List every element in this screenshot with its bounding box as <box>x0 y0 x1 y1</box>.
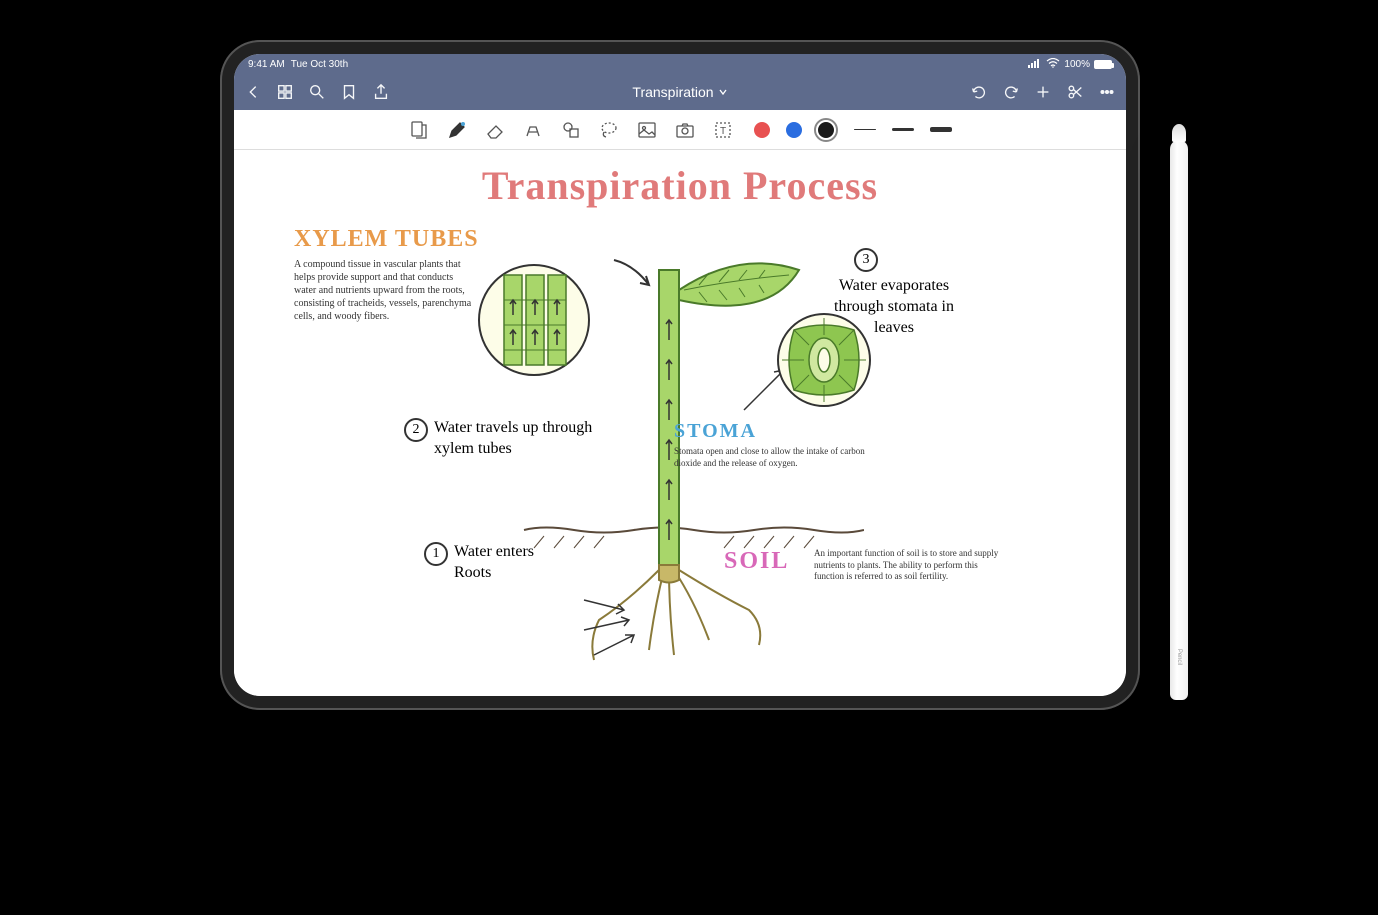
nav-bar: Transpiration <box>234 74 1126 110</box>
eraser-tool-icon[interactable] <box>484 119 506 141</box>
drawing-canvas[interactable]: Transpiration Process XYLEM TUBES A comp… <box>234 150 1126 696</box>
search-icon[interactable] <box>308 83 326 101</box>
stoma-heading: STOMA <box>674 420 757 443</box>
step-2-badge: 2 <box>404 418 428 442</box>
svg-text:T: T <box>720 126 726 137</box>
pencil-label: Pencil <box>1176 649 1182 665</box>
soil-text: An important function of soil is to stor… <box>814 548 1004 583</box>
screen: 9:41 AM Tue Oct 30th 100% <box>234 54 1126 696</box>
signal-icon <box>1028 58 1042 71</box>
camera-tool-icon[interactable] <box>674 119 696 141</box>
more-icon[interactable] <box>1098 83 1116 101</box>
shapes-tool-icon[interactable] <box>560 119 582 141</box>
color-red[interactable] <box>754 122 770 138</box>
color-blue[interactable] <box>786 122 802 138</box>
highlighter-tool-icon[interactable] <box>522 119 544 141</box>
page-tool-icon[interactable] <box>408 119 430 141</box>
battery-icon <box>1094 60 1112 69</box>
toolbar: T <box>234 110 1126 150</box>
chevron-down-icon <box>718 87 728 97</box>
step-1-badge: 1 <box>424 542 448 566</box>
soil-heading: SOIL <box>724 548 789 575</box>
status-date: Tue Oct 30th <box>291 59 348 70</box>
status-bar: 9:41 AM Tue Oct 30th 100% <box>234 54 1126 74</box>
undo-icon[interactable] <box>970 83 988 101</box>
pen-tool-icon[interactable] <box>446 119 468 141</box>
step-1-text: Water enters Roots <box>454 542 564 584</box>
color-black[interactable] <box>818 122 834 138</box>
apple-pencil: Pencil <box>1170 140 1188 700</box>
grid-icon[interactable] <box>276 83 294 101</box>
step-3-badge: 3 <box>854 248 878 272</box>
ipad-frame: 9:41 AM Tue Oct 30th 100% <box>220 40 1140 710</box>
canvas-title: Transpiration Process <box>234 162 1126 209</box>
xylem-text: A compound tissue in vascular plants tha… <box>294 258 474 323</box>
add-icon[interactable] <box>1034 83 1052 101</box>
scissors-icon[interactable] <box>1066 83 1084 101</box>
stroke-thin[interactable] <box>854 129 876 130</box>
bookmark-icon[interactable] <box>340 83 358 101</box>
image-tool-icon[interactable] <box>636 119 658 141</box>
back-icon[interactable] <box>244 83 262 101</box>
stroke-medium[interactable] <box>892 128 914 131</box>
step-3-text: Water evaporates through stomata in leav… <box>834 276 954 338</box>
lasso-tool-icon[interactable] <box>598 119 620 141</box>
wifi-icon <box>1046 58 1060 71</box>
stoma-text: Stomata open and close to allow the inta… <box>674 446 874 469</box>
doc-title: Transpiration <box>632 84 713 100</box>
share-icon[interactable] <box>372 83 390 101</box>
text-tool-icon[interactable]: T <box>712 119 734 141</box>
doc-title-dropdown[interactable]: Transpiration <box>404 84 956 100</box>
redo-icon[interactable] <box>1002 83 1020 101</box>
battery-pct: 100% <box>1064 59 1090 70</box>
xylem-heading: XYLEM TUBES <box>294 226 479 253</box>
step-2-text: Water travels up through xylem tubes <box>434 418 604 460</box>
status-time: 9:41 AM <box>248 59 285 70</box>
stroke-thick[interactable] <box>930 127 952 132</box>
xylem-diagram <box>474 260 594 380</box>
